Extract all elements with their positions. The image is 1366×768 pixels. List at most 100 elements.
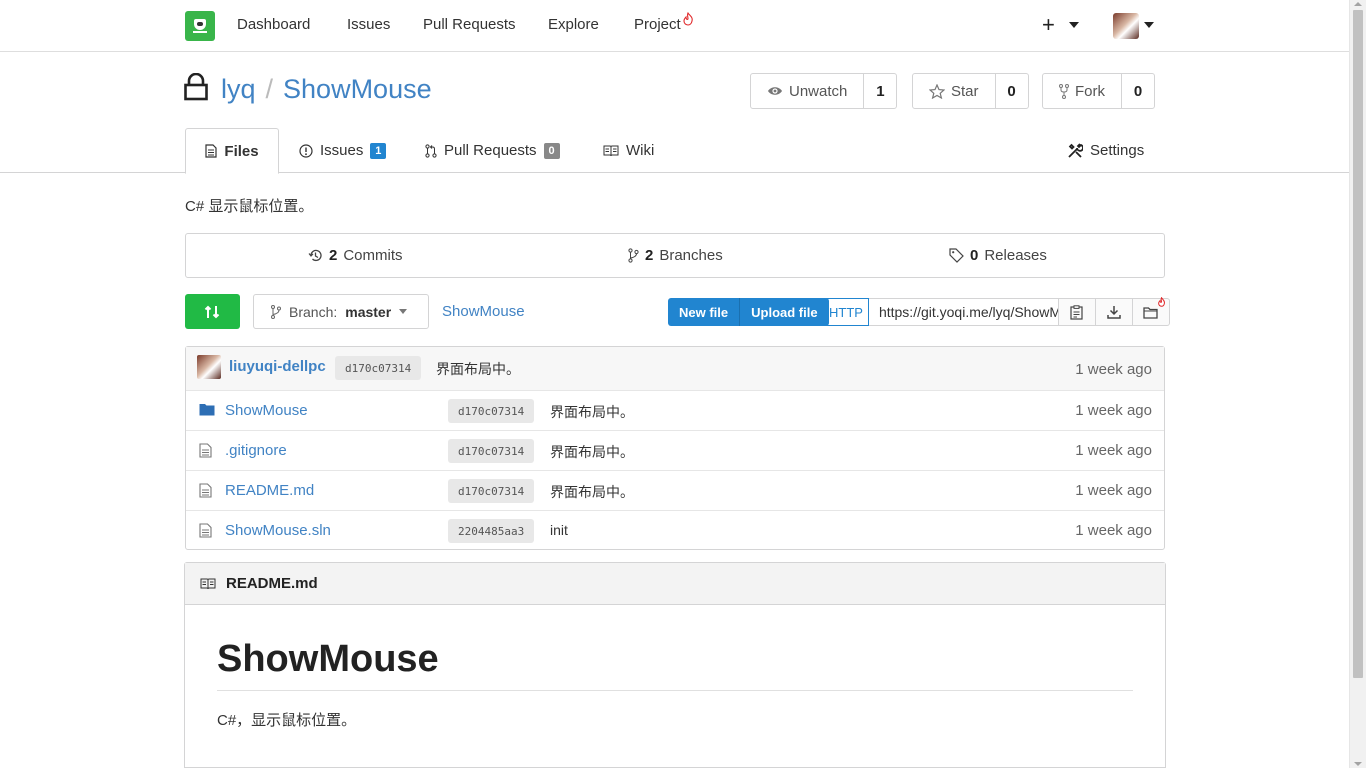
releases-label: Releases bbox=[984, 247, 1047, 264]
repo-title: lyq / ShowMouse bbox=[221, 74, 432, 105]
file-name-link[interactable]: README.md bbox=[225, 482, 314, 499]
commit-time: 1 week ago bbox=[1075, 442, 1152, 459]
commit-sha-button[interactable]: d170c07314 bbox=[448, 479, 535, 503]
commit-time: 1 week ago bbox=[1075, 522, 1152, 539]
nav-project[interactable]: Project bbox=[634, 16, 681, 33]
star-button[interactable]: Star bbox=[913, 74, 996, 108]
readme-heading: ShowMouse bbox=[217, 638, 439, 680]
stars-count[interactable]: 0 bbox=[996, 74, 1028, 108]
table-row: README.md d170c07314 界面布局中。 1 week ago bbox=[186, 470, 1164, 510]
table-row: ShowMouse d170c07314 界面布局中。 1 week ago bbox=[186, 390, 1164, 430]
repo-name-link[interactable]: ShowMouse bbox=[283, 74, 432, 104]
nav-explore[interactable]: Explore bbox=[548, 16, 599, 33]
readme-header: README.md bbox=[185, 563, 1165, 605]
commit-sha-button[interactable]: d170c07314 bbox=[448, 439, 535, 463]
repo-owner-link[interactable]: lyq bbox=[221, 74, 256, 104]
file-table: liuyuqi-dellpc d170c07314 界面布局中。 1 week … bbox=[185, 346, 1165, 550]
path-separator: / bbox=[265, 74, 274, 104]
nav-dashboard[interactable]: Dashboard bbox=[237, 16, 310, 33]
latest-commit-row: liuyuqi-dellpc d170c07314 界面布局中。 1 week … bbox=[186, 347, 1164, 390]
pulls-count-badge: 0 bbox=[543, 142, 560, 159]
commit-message-link[interactable]: 界面布局中。 bbox=[550, 442, 634, 462]
branch-selector[interactable]: Branch: master bbox=[253, 294, 429, 329]
releases-stat[interactable]: 0 Releases bbox=[949, 247, 1047, 264]
forks-count[interactable]: 0 bbox=[1122, 74, 1154, 108]
chevron-down-icon[interactable] bbox=[1069, 22, 1079, 28]
file-name-link[interactable]: .gitignore bbox=[225, 442, 287, 459]
folder-icon bbox=[1143, 306, 1159, 319]
folder-icon bbox=[199, 404, 215, 416]
create-new-icon[interactable]: + bbox=[1042, 13, 1055, 37]
scroll-down-arrow-icon[interactable] bbox=[1354, 762, 1362, 766]
tab-files[interactable]: Files bbox=[185, 128, 279, 174]
file-text-icon bbox=[205, 144, 218, 158]
unwatch-label: Unwatch bbox=[789, 82, 848, 100]
fork-button-group: Fork 0 bbox=[1042, 73, 1155, 109]
breadcrumb-path[interactable]: ShowMouse bbox=[442, 303, 525, 320]
commits-label: Commits bbox=[343, 247, 403, 264]
clipboard-icon bbox=[1070, 304, 1083, 320]
scrollbar-thumb[interactable] bbox=[1353, 10, 1363, 678]
author-avatar[interactable] bbox=[197, 355, 221, 379]
file-name-link[interactable]: ShowMouse bbox=[225, 402, 308, 419]
tab-wiki-label: Wiki bbox=[626, 142, 655, 159]
watchers-count[interactable]: 1 bbox=[864, 74, 896, 108]
scroll-up-arrow-icon[interactable] bbox=[1354, 2, 1362, 6]
http-protocol-button[interactable]: HTTP bbox=[823, 298, 869, 326]
book-icon bbox=[200, 578, 216, 589]
commit-author-link[interactable]: liuyuqi-dellpc bbox=[229, 358, 326, 375]
star-label: Star bbox=[951, 82, 979, 100]
tab-issues-label: Issues bbox=[320, 142, 364, 159]
commit-message-link[interactable]: init bbox=[550, 522, 568, 538]
open-folder-button[interactable] bbox=[1132, 297, 1170, 326]
clone-panel: HTTP https://git.yoqi.me/lyq/ShowMouse.g… bbox=[823, 297, 1170, 327]
tag-icon bbox=[949, 248, 964, 263]
nav-issues[interactable]: Issues bbox=[347, 16, 390, 33]
file-name-link[interactable]: ShowMouse.sln bbox=[225, 522, 331, 539]
unwatch-button[interactable]: Unwatch bbox=[751, 74, 865, 108]
git-pull-request-icon bbox=[425, 143, 437, 158]
table-row: ShowMouse.sln 2204485aa3 init 1 week ago bbox=[186, 510, 1164, 550]
commits-stat[interactable]: 2 Commits bbox=[308, 247, 403, 264]
table-row: .gitignore d170c07314 界面布局中。 1 week ago bbox=[186, 430, 1164, 470]
compare-button[interactable] bbox=[185, 294, 240, 329]
tab-pull-requests[interactable]: Pull Requests 0 bbox=[425, 128, 560, 173]
tab-wiki[interactable]: Wiki bbox=[603, 128, 654, 173]
commit-message-link[interactable]: 界面布局中。 bbox=[550, 402, 634, 422]
user-avatar[interactable] bbox=[1113, 13, 1139, 39]
branches-stat[interactable]: 2 Branches bbox=[628, 247, 723, 264]
upload-file-button[interactable]: Upload file bbox=[739, 298, 828, 326]
file-text-icon bbox=[199, 523, 212, 538]
tab-issues[interactable]: Issues 1 bbox=[299, 128, 387, 173]
clone-url-input[interactable]: https://git.yoqi.me/lyq/ShowMouse.git bbox=[868, 298, 1059, 326]
tools-icon bbox=[1068, 142, 1083, 158]
gogs-logo-icon[interactable] bbox=[185, 11, 215, 41]
commit-sha-button[interactable]: d170c07314 bbox=[335, 356, 422, 380]
tab-files-label: Files bbox=[224, 142, 259, 160]
commit-message-link[interactable]: 界面布局中。 bbox=[550, 482, 634, 502]
branch-name: master bbox=[345, 303, 392, 320]
fork-icon bbox=[1059, 83, 1069, 99]
tab-settings[interactable]: Settings bbox=[1067, 128, 1144, 173]
fork-button[interactable]: Fork bbox=[1043, 74, 1122, 108]
download-button[interactable] bbox=[1095, 298, 1133, 326]
vertical-scrollbar[interactable] bbox=[1349, 0, 1366, 768]
copy-url-button[interactable] bbox=[1058, 298, 1096, 326]
history-icon bbox=[308, 249, 322, 262]
nav-pull-requests[interactable]: Pull Requests bbox=[423, 16, 516, 33]
readme-panel: README.md ShowMouse C#，显示鼠标位置。 bbox=[184, 562, 1166, 768]
commit-sha-button[interactable]: 2204485aa3 bbox=[448, 519, 535, 543]
chevron-down-icon[interactable] bbox=[1144, 22, 1154, 28]
readme-filename: README.md bbox=[226, 575, 318, 592]
new-file-button[interactable]: New file bbox=[668, 298, 739, 326]
commit-time: 1 week ago bbox=[1075, 361, 1152, 378]
commit-sha-button[interactable]: d170c07314 bbox=[448, 399, 535, 423]
file-text-icon bbox=[199, 483, 212, 498]
hot-flame-icon bbox=[1158, 297, 1165, 307]
releases-count: 0 bbox=[970, 247, 979, 264]
download-icon bbox=[1107, 306, 1121, 319]
lock-icon bbox=[184, 73, 208, 101]
repo-stats-bar: 2 Commits 2 Branches 0 Releases bbox=[185, 233, 1165, 278]
commit-time: 1 week ago bbox=[1075, 402, 1152, 419]
eye-icon bbox=[768, 87, 782, 95]
